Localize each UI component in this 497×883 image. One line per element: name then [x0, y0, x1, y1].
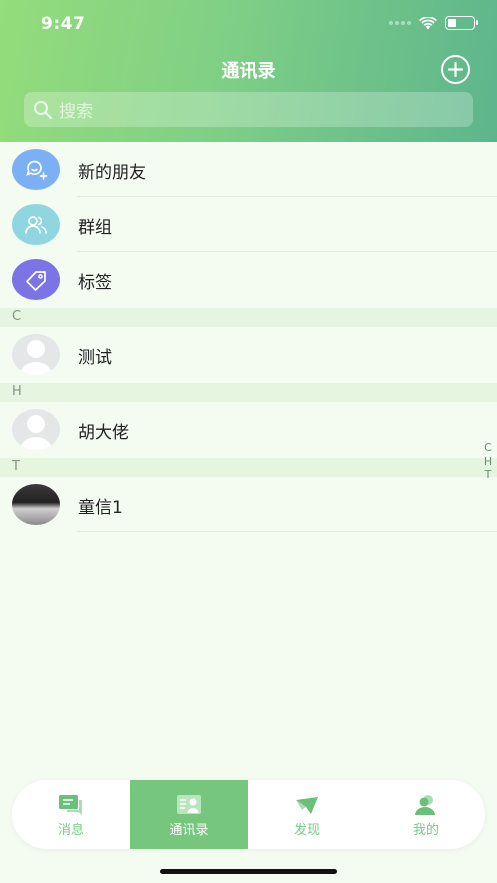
tab-messages[interactable]: 消息 — [12, 780, 130, 849]
photo-avatar — [12, 484, 60, 525]
contact-row[interactable]: 测试 — [0, 327, 497, 382]
contact-name: 胡大佬 — [78, 423, 129, 443]
tab-label: 消息 — [57, 823, 84, 838]
wifi-icon — [419, 16, 437, 29]
battery-icon — [445, 16, 478, 30]
status-icons — [389, 16, 478, 30]
tags-row[interactable]: 标签 — [0, 252, 497, 307]
tab-discover[interactable]: 发现 — [248, 780, 366, 849]
index-letter[interactable]: T — [485, 468, 492, 482]
default-avatar-icon — [12, 409, 60, 450]
tab-label: 发现 — [293, 823, 320, 838]
section-header-h: H — [0, 383, 497, 402]
discover-icon — [294, 794, 320, 816]
message-icon — [58, 794, 84, 816]
tab-label: 我的 — [412, 823, 439, 838]
alphabet-index[interactable]: C H T — [483, 441, 493, 482]
add-button[interactable] — [441, 55, 470, 84]
tab-bar: 消息 通讯录 发现 我的 — [12, 780, 485, 849]
groups-row[interactable]: 群组 — [0, 197, 497, 252]
index-letter[interactable]: H — [484, 455, 492, 469]
index-letter[interactable]: C — [484, 441, 492, 455]
divider — [77, 531, 497, 532]
contact-name: 童信1 — [78, 498, 123, 518]
contact-row[interactable]: 童信1 — [0, 477, 497, 532]
section-letter: T — [12, 459, 20, 474]
new-friend-icon — [12, 149, 60, 190]
tab-contacts[interactable]: 通讯录 — [130, 780, 248, 849]
default-avatar-icon — [12, 334, 60, 375]
header: 9:47 通讯录 搜索 — [0, 0, 497, 142]
section-letter: C — [12, 309, 22, 324]
contact-name: 测试 — [78, 348, 112, 368]
groups-label: 群组 — [78, 218, 112, 238]
contact-row[interactable]: 胡大佬 — [0, 402, 497, 457]
tag-icon — [12, 259, 60, 300]
tags-label: 标签 — [78, 273, 112, 293]
section-header-t: T — [0, 458, 497, 477]
search-placeholder: 搜索 — [59, 102, 93, 122]
status-time: 9:47 — [41, 14, 86, 34]
page-title: 通讯录 — [221, 61, 276, 82]
new-friends-label: 新的朋友 — [78, 163, 146, 183]
cellular-signal-icon — [389, 21, 411, 25]
tab-me[interactable]: 我的 — [367, 780, 485, 849]
contacts-icon — [176, 794, 202, 816]
profile-icon — [414, 794, 438, 816]
tab-label: 通讯录 — [169, 823, 209, 838]
home-indicator — [160, 869, 337, 874]
plus-icon — [448, 62, 463, 77]
new-friends-row[interactable]: 新的朋友 — [0, 142, 497, 197]
section-letter: H — [12, 384, 22, 399]
search-input[interactable]: 搜索 — [24, 92, 473, 127]
search-icon — [34, 100, 53, 119]
section-header-c: C — [0, 308, 497, 327]
group-icon — [12, 204, 60, 245]
